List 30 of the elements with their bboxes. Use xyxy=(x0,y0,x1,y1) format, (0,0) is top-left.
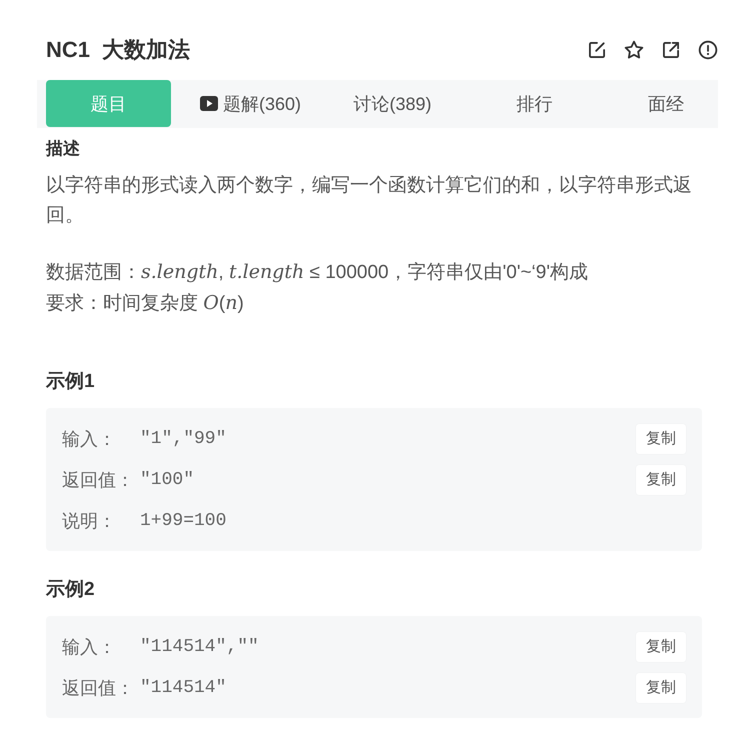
field-value: 1+99=100 xyxy=(140,510,226,530)
tab[interactable]: 讨论(389) xyxy=(330,80,455,127)
field-value: "114514","" xyxy=(140,636,259,656)
tab[interactable]: 排行 xyxy=(472,80,597,127)
copy-button[interactable]: 复制 xyxy=(636,424,686,454)
example-heading: 示例1 xyxy=(46,370,96,394)
field-value: "1","99" xyxy=(140,428,226,448)
copy-button[interactable]: 复制 xyxy=(636,672,686,702)
field-value: "100" xyxy=(140,470,194,490)
example-heading: 示例2 xyxy=(46,578,96,602)
alert-circle-icon[interactable] xyxy=(698,40,718,60)
problem-title: NC1 大数加法 xyxy=(46,36,190,64)
play-icon xyxy=(200,96,218,111)
section-heading: 描述 xyxy=(46,138,81,160)
constraint-text: 数据范围：s.length, t.length ≤ 100000，字符串仅由'0'~‘9'构成 xyxy=(46,260,589,285)
field-label: 输入： xyxy=(62,636,117,658)
tab[interactable]: 面经 xyxy=(614,80,718,127)
field-label: 输入： xyxy=(62,428,117,450)
edit-icon[interactable] xyxy=(587,40,607,60)
constraint-text: 要求：时间复杂度 O(n) xyxy=(46,291,245,316)
copy-button[interactable]: 复制 xyxy=(636,464,686,494)
field-value: "114514" xyxy=(140,678,226,698)
field-label: 返回值： xyxy=(62,468,135,492)
field-label: 返回值： xyxy=(62,676,135,700)
field-label: 说明： xyxy=(62,510,117,532)
copy-button[interactable]: 复制 xyxy=(636,632,686,662)
external-link-icon[interactable] xyxy=(661,40,681,60)
description-text: 以字符串的形式读入两个数字，编写一个函数计算它们的和，以字符串形式返回。 xyxy=(46,174,693,228)
star-icon[interactable] xyxy=(624,40,644,60)
tab[interactable]: 题解(360) xyxy=(188,80,313,127)
